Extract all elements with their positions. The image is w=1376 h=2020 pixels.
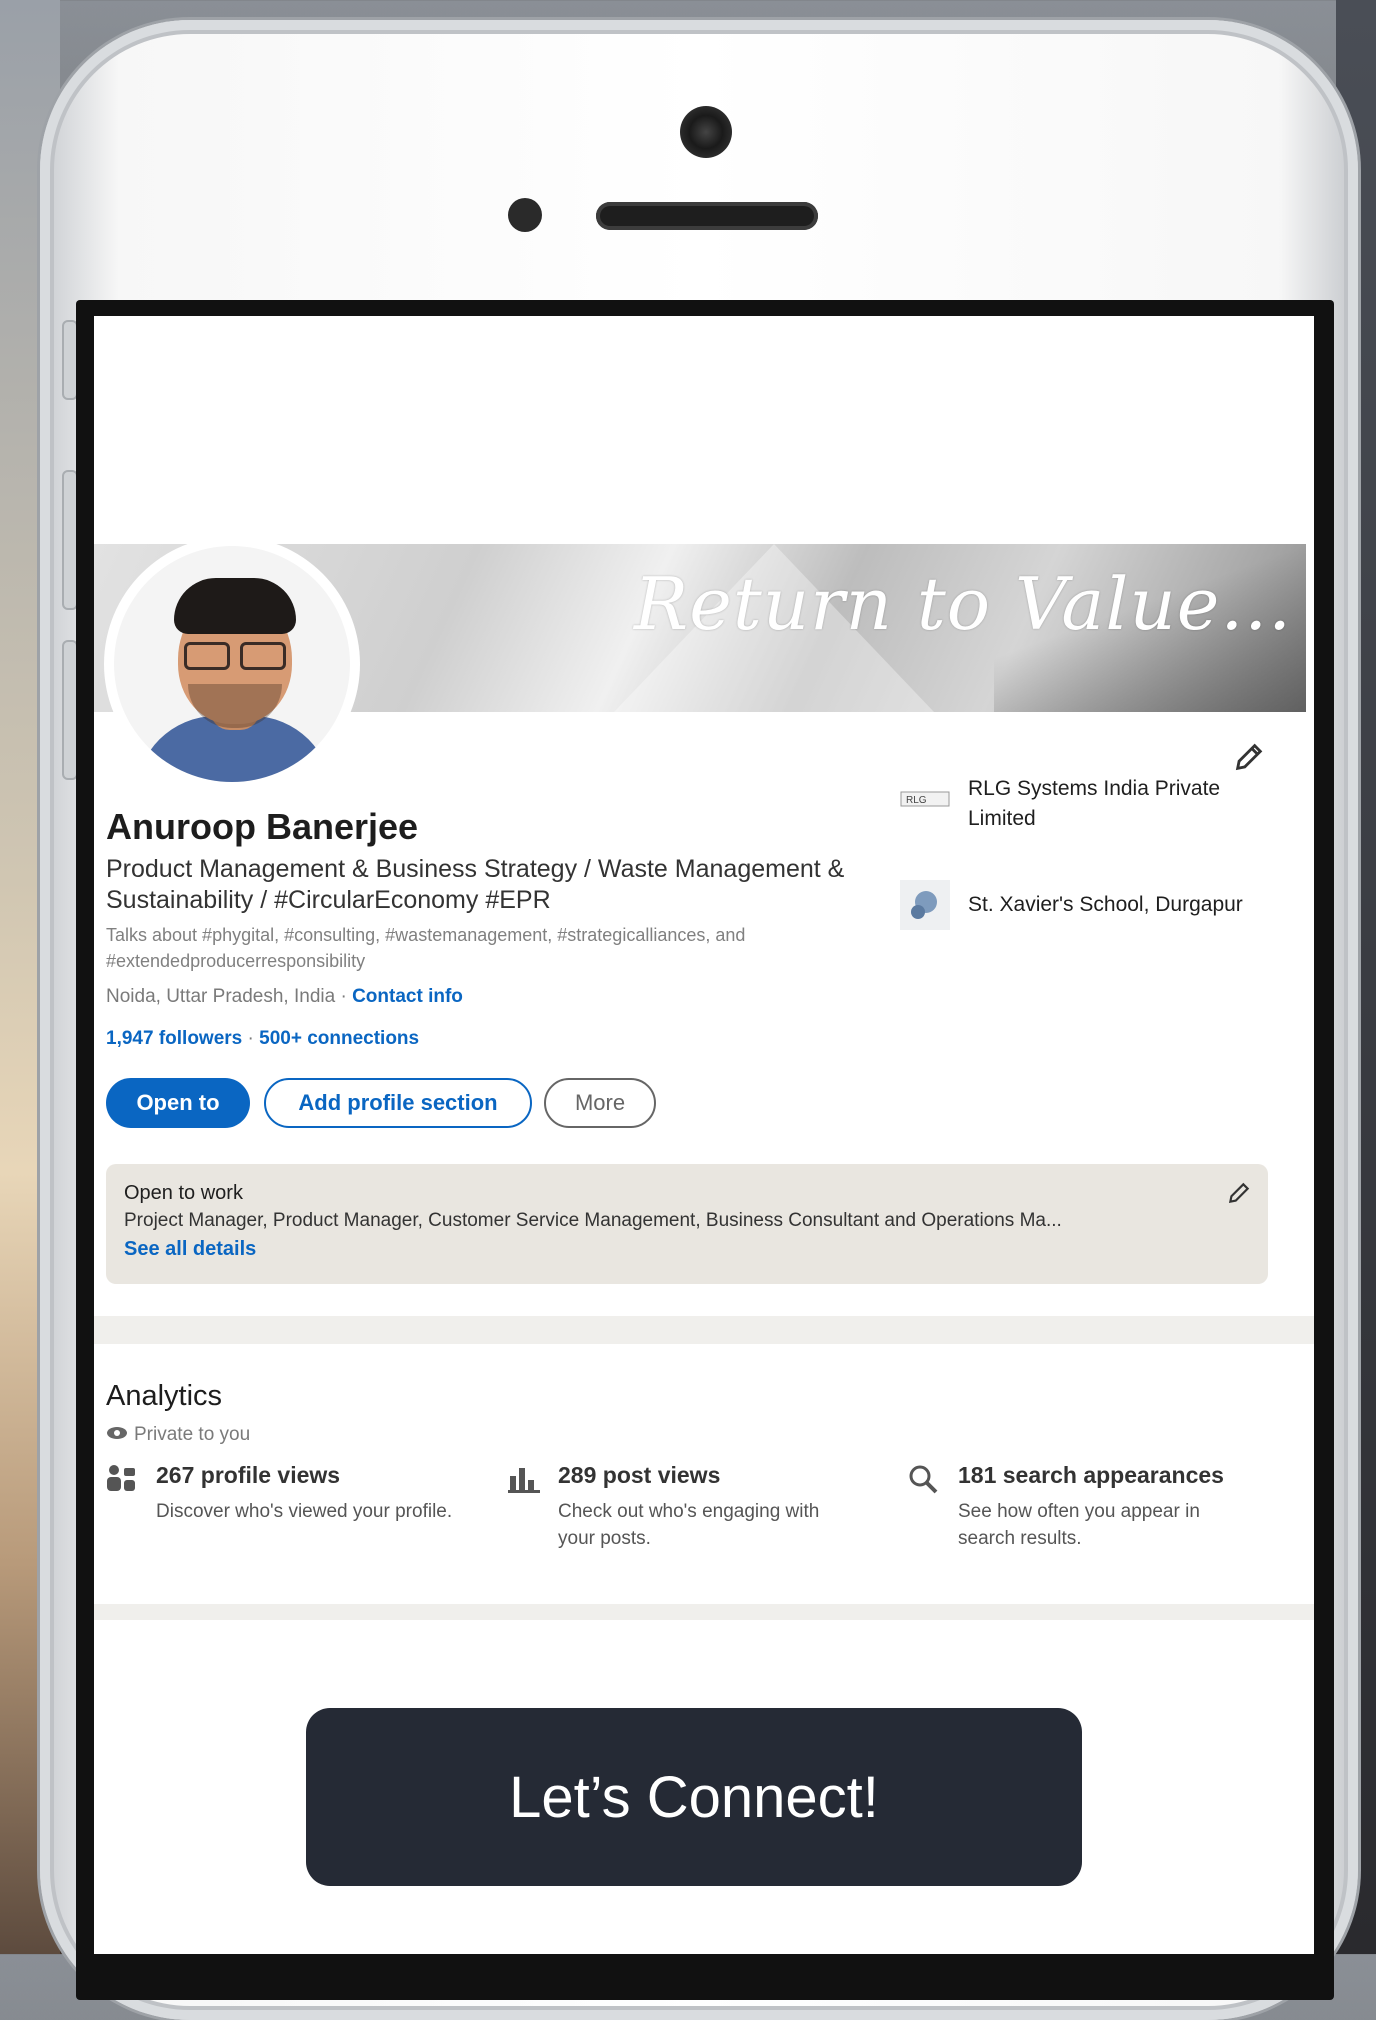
location-text: Noida, Uttar Pradesh, India (106, 986, 336, 1007)
search-appearances-count: 181 search appearances (958, 1462, 1224, 1488)
followers-link[interactable]: 1,947 followers (106, 1028, 242, 1049)
school-logo-icon (900, 880, 950, 930)
edit-pencil-icon[interactable] (1226, 1180, 1252, 1211)
analytics-section: Analytics Private to you 267 profile vie… (94, 1344, 1306, 1604)
open-to-work-roles: Project Manager, Product Manager, Custom… (124, 1210, 1062, 1231)
privacy-note: Private to you (106, 1424, 250, 1446)
eye-icon (106, 1424, 128, 1446)
school-name: St. Xavier's School, Durgapur (968, 893, 1243, 916)
banner-text: Return to Value... (634, 562, 1292, 646)
connections-link[interactable]: 500+ connections (259, 1028, 419, 1049)
profile-views-desc: Discover who's viewed your profile. (156, 1501, 453, 1522)
post-views-desc: Check out who's engaging with your posts… (558, 1501, 820, 1549)
company-name: RLG Systems India Private Limited (968, 777, 1221, 830)
talks-about: Talks about #phygital, #consulting, #was… (106, 925, 746, 971)
avatar-photo (114, 546, 350, 782)
section-divider (94, 1316, 1314, 1344)
separator: · (242, 1028, 260, 1049)
search-icon (908, 1464, 940, 1496)
search-appearances-desc: See how often you appear in search resul… (958, 1501, 1200, 1549)
post-views-count: 289 post views (558, 1462, 721, 1488)
open-to-work-title: Open to work (124, 1182, 243, 1204)
open-to-work-card[interactable]: Open to work Project Manager, Product Ma… (106, 1164, 1268, 1284)
profile-headline: Product Management & Business Strategy /… (106, 855, 845, 914)
avatar[interactable] (108, 540, 356, 788)
proximity-sensor (508, 198, 542, 232)
network-line: 1,947 followers · 500+ connections (106, 1028, 419, 1050)
bar-chart-icon (508, 1464, 540, 1496)
profile-views-count: 267 profile views (156, 1462, 341, 1488)
see-all-details-link[interactable]: See all details (124, 1238, 256, 1261)
separator: · (335, 986, 353, 1007)
location-line: Noida, Uttar Pradesh, India · Contact in… (106, 986, 463, 1008)
more-button[interactable]: More (544, 1078, 656, 1128)
experience-school[interactable]: St. Xavier's School, Durgapur (900, 880, 1268, 930)
profile-name: Anuroop Banerjee (106, 806, 419, 847)
phone-screen: Return to Value... Anuroop Banerjee Prod… (94, 316, 1314, 1954)
analytics-title: Analytics (106, 1380, 223, 1412)
open-to-button[interactable]: Open to (106, 1078, 250, 1128)
company-logo-icon: RLG (900, 774, 950, 824)
svg-text:RLG: RLG (906, 795, 927, 806)
people-icon (106, 1464, 138, 1496)
section-divider (94, 1604, 1314, 1620)
experience-company[interactable]: RLG RLG Systems India Private Limited (900, 774, 1268, 834)
earpiece-speaker (596, 202, 818, 230)
front-camera (680, 106, 732, 158)
lets-connect-button[interactable]: Let’s Connect! (306, 1708, 1082, 1886)
add-profile-section-button[interactable]: Add profile section (264, 1078, 532, 1128)
privacy-text: Private to you (134, 1424, 251, 1445)
contact-info-link[interactable]: Contact info (352, 986, 463, 1007)
